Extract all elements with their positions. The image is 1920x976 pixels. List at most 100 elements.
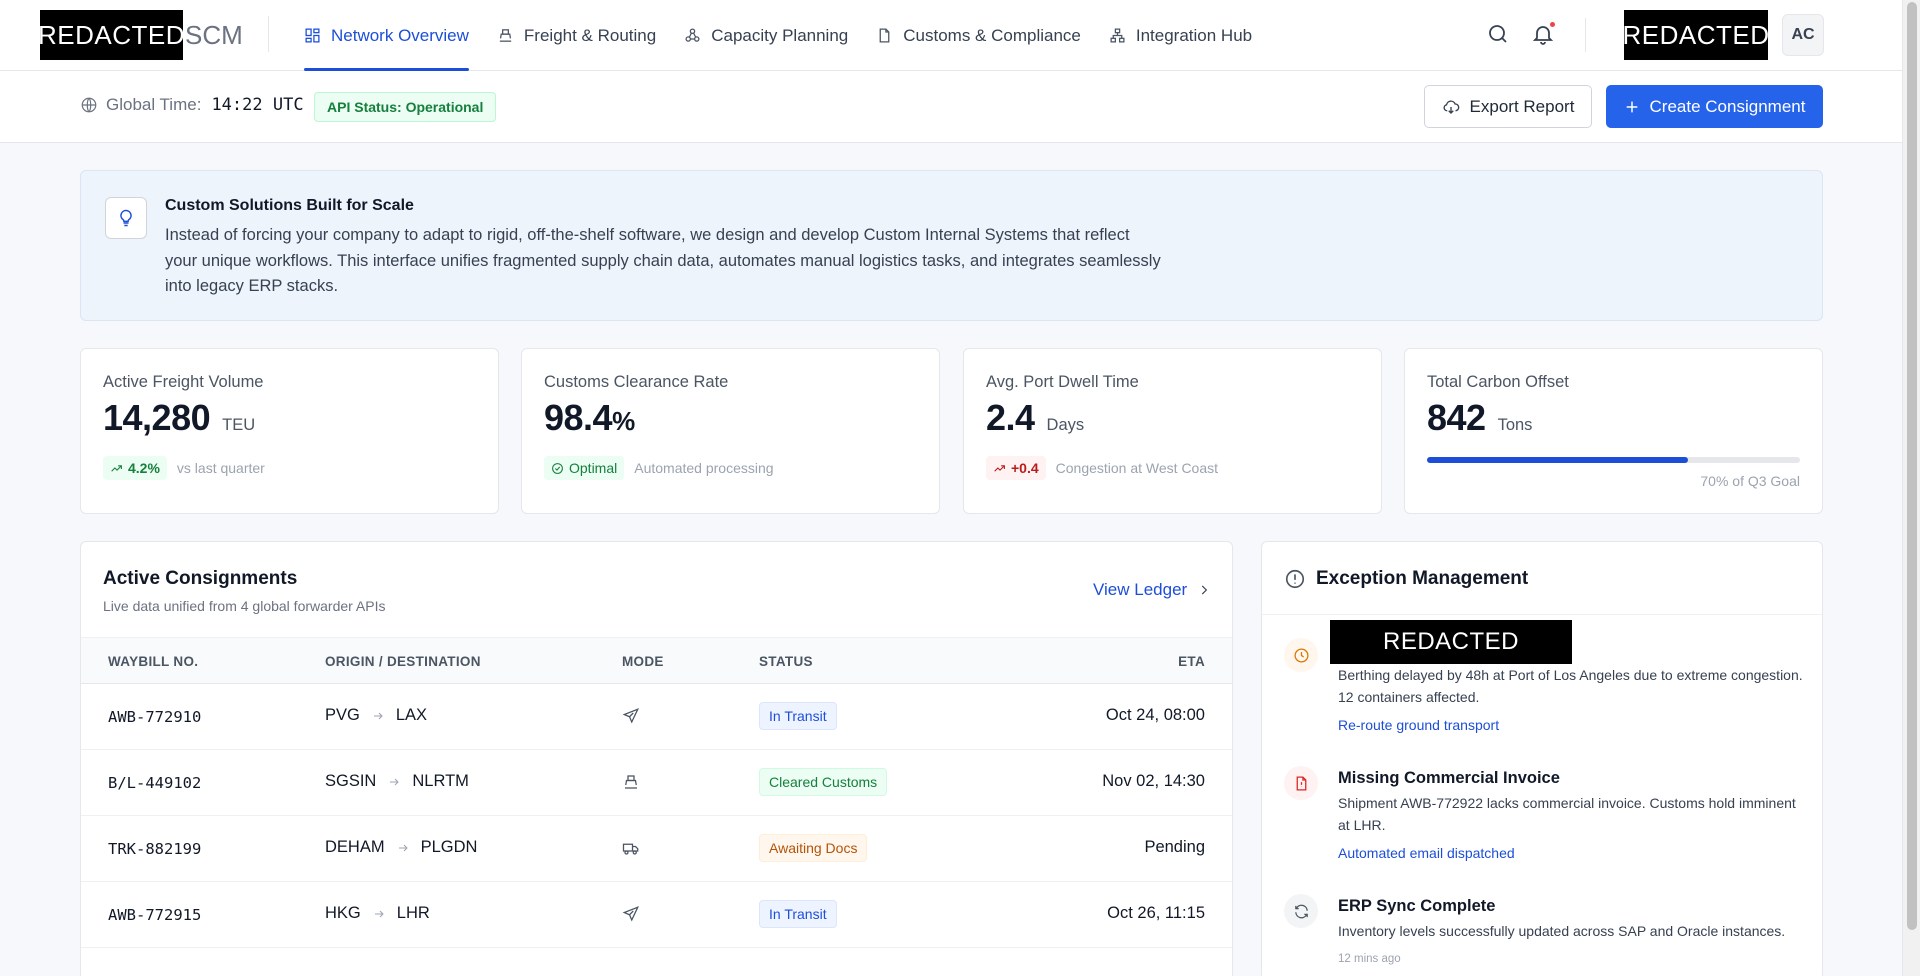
table-row[interactable]: AWB-772910 PVG LAX In Transit Oct 24, 08… [81, 684, 1232, 750]
column-header[interactable]: STATUS [759, 654, 813, 669]
waybill-number: AWB-772915 [108, 906, 202, 924]
kpi-footer: Optimal Automated processing [544, 456, 774, 480]
arrow-right-icon [373, 712, 383, 719]
origin: DEHAM [325, 838, 385, 856]
destination: LAX [395, 706, 428, 724]
nav-label: Capacity Planning [711, 25, 849, 45]
kpi-value: 98.4 % [544, 397, 635, 439]
nav-capacity-planning[interactable]: Capacity Planning [670, 0, 862, 71]
check-circle-icon [552, 462, 563, 474]
exceptions-header: Exception Management [1262, 542, 1822, 615]
logo-redacted: REDACTED [38, 10, 185, 60]
exception-timestamp: 12 mins ago [1338, 953, 1401, 965]
table-row[interactable]: B/L-449102 SGSIN NLRTM Cleared Customs N… [81, 750, 1232, 816]
route: SGSIN NLRTM [325, 772, 469, 791]
ship-icon [625, 775, 637, 789]
avatar[interactable]: AC [1782, 14, 1824, 56]
kpi-number: 842 [1427, 397, 1486, 438]
grid-icon [305, 28, 320, 43]
kpi-number: 2.4 [986, 397, 1035, 438]
destination: NLRTM [412, 772, 469, 790]
scrollbar-thumb[interactable] [1907, 2, 1917, 930]
eta: Pending [1144, 838, 1205, 856]
network-icon [685, 28, 700, 42]
notifications-button[interactable] [1531, 22, 1557, 48]
kpi-label: Avg. Port Dwell Time [986, 373, 1139, 391]
arrow-right-icon [390, 778, 400, 785]
lightbulb-icon [120, 209, 132, 227]
origin: HKG [325, 904, 361, 922]
brand-logo[interactable]: REDACTED SCM [38, 10, 243, 60]
kpi-note: Automated processing [634, 460, 774, 476]
exception-icon [1284, 894, 1318, 928]
trend-value: +0.4 [1011, 460, 1039, 476]
column-header[interactable]: ETA [1178, 654, 1205, 669]
exception-action-link[interactable]: Re-route ground transport [1338, 717, 1499, 733]
exception-title: ERP Sync Complete [1338, 897, 1496, 915]
info-banner: Custom Solutions Built for Scale Instead… [80, 170, 1823, 321]
arrow-right-icon [398, 844, 408, 851]
plane-icon [622, 906, 640, 922]
table-row[interactable]: AWB-772915 HKG LHR In Transit Oct 26, 11… [81, 882, 1232, 948]
toolbar-divider [1585, 18, 1586, 52]
main-nav: Network Overview Freight & Routing Capac… [290, 0, 1266, 71]
route: PVG LAX [325, 706, 427, 725]
nav-freight-routing[interactable]: Freight & Routing [483, 0, 670, 71]
create-consignment-button[interactable]: Create Consignment [1606, 85, 1823, 128]
exception-action-link[interactable]: Automated email dispatched [1338, 845, 1515, 861]
search-button[interactable] [1486, 22, 1512, 48]
kpi-label: Active Freight Volume [103, 373, 264, 391]
alert-circle-icon [1285, 569, 1305, 589]
page-scrollbar[interactable] [1902, 0, 1920, 976]
banner-title: Custom Solutions Built for Scale [165, 197, 414, 214]
top-navigation-bar: REDACTED SCM Network Overview Freight & … [0, 0, 1902, 71]
section-title: Active Consignments [103, 568, 298, 589]
table-row[interactable]: TRK-882199 DEHAM PLGDN Awaiting Docs Pen… [81, 816, 1232, 882]
status-cell: In Transit [759, 900, 837, 928]
refresh-icon [1294, 904, 1308, 918]
globe-icon [81, 97, 97, 113]
kpi-number: 98.4 [544, 397, 613, 438]
kpi-card-carbon-offset: Total Carbon Offset 842 Tons 70% of Q3 G… [1404, 348, 1823, 514]
nav-label: Integration Hub [1135, 25, 1253, 45]
mode-cell [622, 839, 640, 862]
waybill-number: B/L-449102 [108, 774, 202, 792]
kpi-unit: % [612, 406, 636, 436]
kpi-unit: TEU [222, 416, 256, 434]
kpi-footer: 4.2% vs last quarter [103, 456, 265, 480]
user-name-redacted[interactable]: REDACTED [1623, 10, 1769, 60]
kpi-card-freight-volume: Active Freight Volume 14,280 TEU 4.2% vs… [80, 348, 499, 514]
mode-cell [622, 773, 640, 796]
kpi-unit: Tons [1497, 416, 1533, 434]
nav-network-overview[interactable]: Network Overview [290, 0, 483, 71]
kpi-value: 14,280 TEU [103, 397, 255, 439]
cloud-download-icon [1443, 99, 1459, 114]
view-ledger-link[interactable]: View Ledger [1093, 580, 1211, 600]
nav-customs-compliance[interactable]: Customs & Compliance [862, 0, 1095, 71]
optimal-label: Optimal [569, 460, 618, 476]
arrow-right-icon [374, 910, 384, 917]
column-header[interactable]: MODE [622, 654, 664, 669]
kpi-footer: +0.4 Congestion at West Coast [986, 456, 1218, 480]
column-header[interactable]: ORIGIN / DESTINATION [325, 654, 481, 669]
exception-title: Missing Commercial Invoice [1338, 769, 1560, 787]
consignments-card: Active Consignments Live data unified fr… [80, 541, 1233, 976]
column-header[interactable]: WAYBILL NO. [108, 654, 198, 669]
document-icon [879, 28, 890, 43]
origin: PVG [325, 706, 360, 724]
nav-label: Network Overview [331, 25, 469, 45]
mode-cell [622, 905, 640, 928]
kpi-number: 14,280 [103, 397, 211, 438]
kpi-card-dwell-time: Avg. Port Dwell Time 2.4 Days +0.4 Conge… [963, 348, 1382, 514]
nav-integration-hub[interactable]: Integration Hub [1095, 0, 1266, 71]
export-report-button[interactable]: Export Report [1424, 85, 1592, 128]
ship-icon [499, 29, 512, 42]
nav-label: Freight & Routing [523, 25, 657, 45]
status-cell: Cleared Customs [759, 768, 888, 796]
kpi-note: vs last quarter [176, 460, 265, 476]
global-time: Global Time: 14:22 UTC [80, 95, 304, 115]
integration-icon [1110, 28, 1125, 43]
route: DEHAM PLGDN [325, 838, 477, 857]
mode-cell [622, 707, 640, 730]
exception-description: Berthing delayed by 48h at Port of Los A… [1338, 667, 1803, 705]
